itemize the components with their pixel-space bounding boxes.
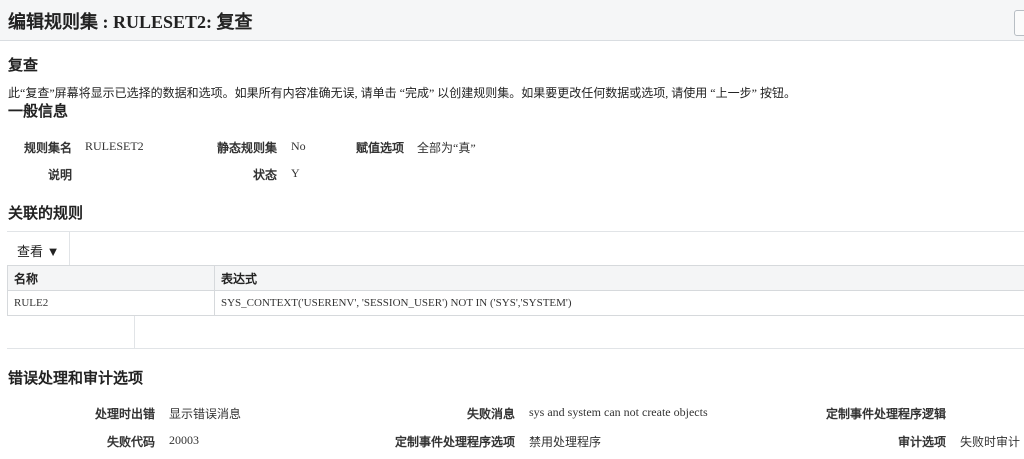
table-header-row: 名称 表达式 (7, 265, 1024, 291)
review-heading: 复查 (8, 58, 39, 74)
view-menu-button[interactable]: 查看 ▼ (17, 241, 59, 260)
rule-set-name-label: 规则集名 (23, 141, 72, 155)
status-label: 状态 (252, 168, 277, 182)
section-divider (7, 348, 1024, 349)
column-header-name[interactable]: 名称 (7, 265, 215, 291)
table-toolbar: 查看 ▼ (7, 231, 1024, 266)
error-handling-label: 处理时出错 (94, 407, 155, 421)
fail-code-value: 20003 (169, 433, 199, 447)
rule-set-name-value: RULESET2 (85, 139, 144, 153)
table-footer (7, 316, 135, 348)
rule-name-cell: RULE2 (7, 290, 215, 316)
custom-handler-option-label: 定制事件处理程序选项 (394, 435, 515, 449)
error-handling-value: 显示错误消息 (169, 407, 242, 421)
custom-handler-logic-label: 定制事件处理程序逻辑 (825, 407, 946, 421)
eval-option-value: 全部为“真” (417, 141, 476, 155)
fail-message-label: 失败消息 (466, 407, 515, 421)
general-info-heading: 一般信息 (8, 104, 69, 120)
column-header-expression[interactable]: 表达式 (214, 265, 1024, 291)
eval-option-label: 赋值选项 (355, 141, 404, 155)
table-row[interactable]: RULE2 SYS_CONTEXT('USERENV', 'SESSION_US… (7, 290, 1024, 316)
rules-table: 名称 表达式 RULE2 SYS_CONTEXT('USERENV', 'SES… (7, 265, 1024, 316)
audit-option-value: 失败时审计 (960, 435, 1021, 449)
static-rule-set-label: 静态规则集 (216, 141, 277, 155)
fail-message-value: sys and system can not create objects (529, 405, 708, 419)
description-label: 说明 (47, 168, 72, 182)
custom-handler-option-value: 禁用处理程序 (529, 435, 602, 449)
associated-rules-heading: 关联的规则 (8, 206, 84, 222)
error-audit-heading: 错误处理和审计选项 (8, 371, 144, 387)
page-header: 编辑规则集 : RULESET2: 复查 (0, 0, 1024, 41)
toolbar-divider (69, 232, 70, 266)
page-title: 编辑规则集 : RULESET2: 复查 (8, 12, 253, 32)
audit-option-label: 审计选项 (897, 435, 946, 449)
rule-expression-cell: SYS_CONTEXT('USERENV', 'SESSION_USER') N… (214, 290, 1024, 316)
fail-code-label: 失败代码 (106, 435, 155, 449)
review-description: 此“复查”屏幕将显示已选择的数据和选项。如果所有内容准确无误, 请单击 “完成”… (8, 86, 796, 100)
status-value: Y (291, 166, 300, 180)
header-action-button[interactable] (1014, 10, 1024, 36)
static-rule-set-value: No (291, 139, 306, 153)
